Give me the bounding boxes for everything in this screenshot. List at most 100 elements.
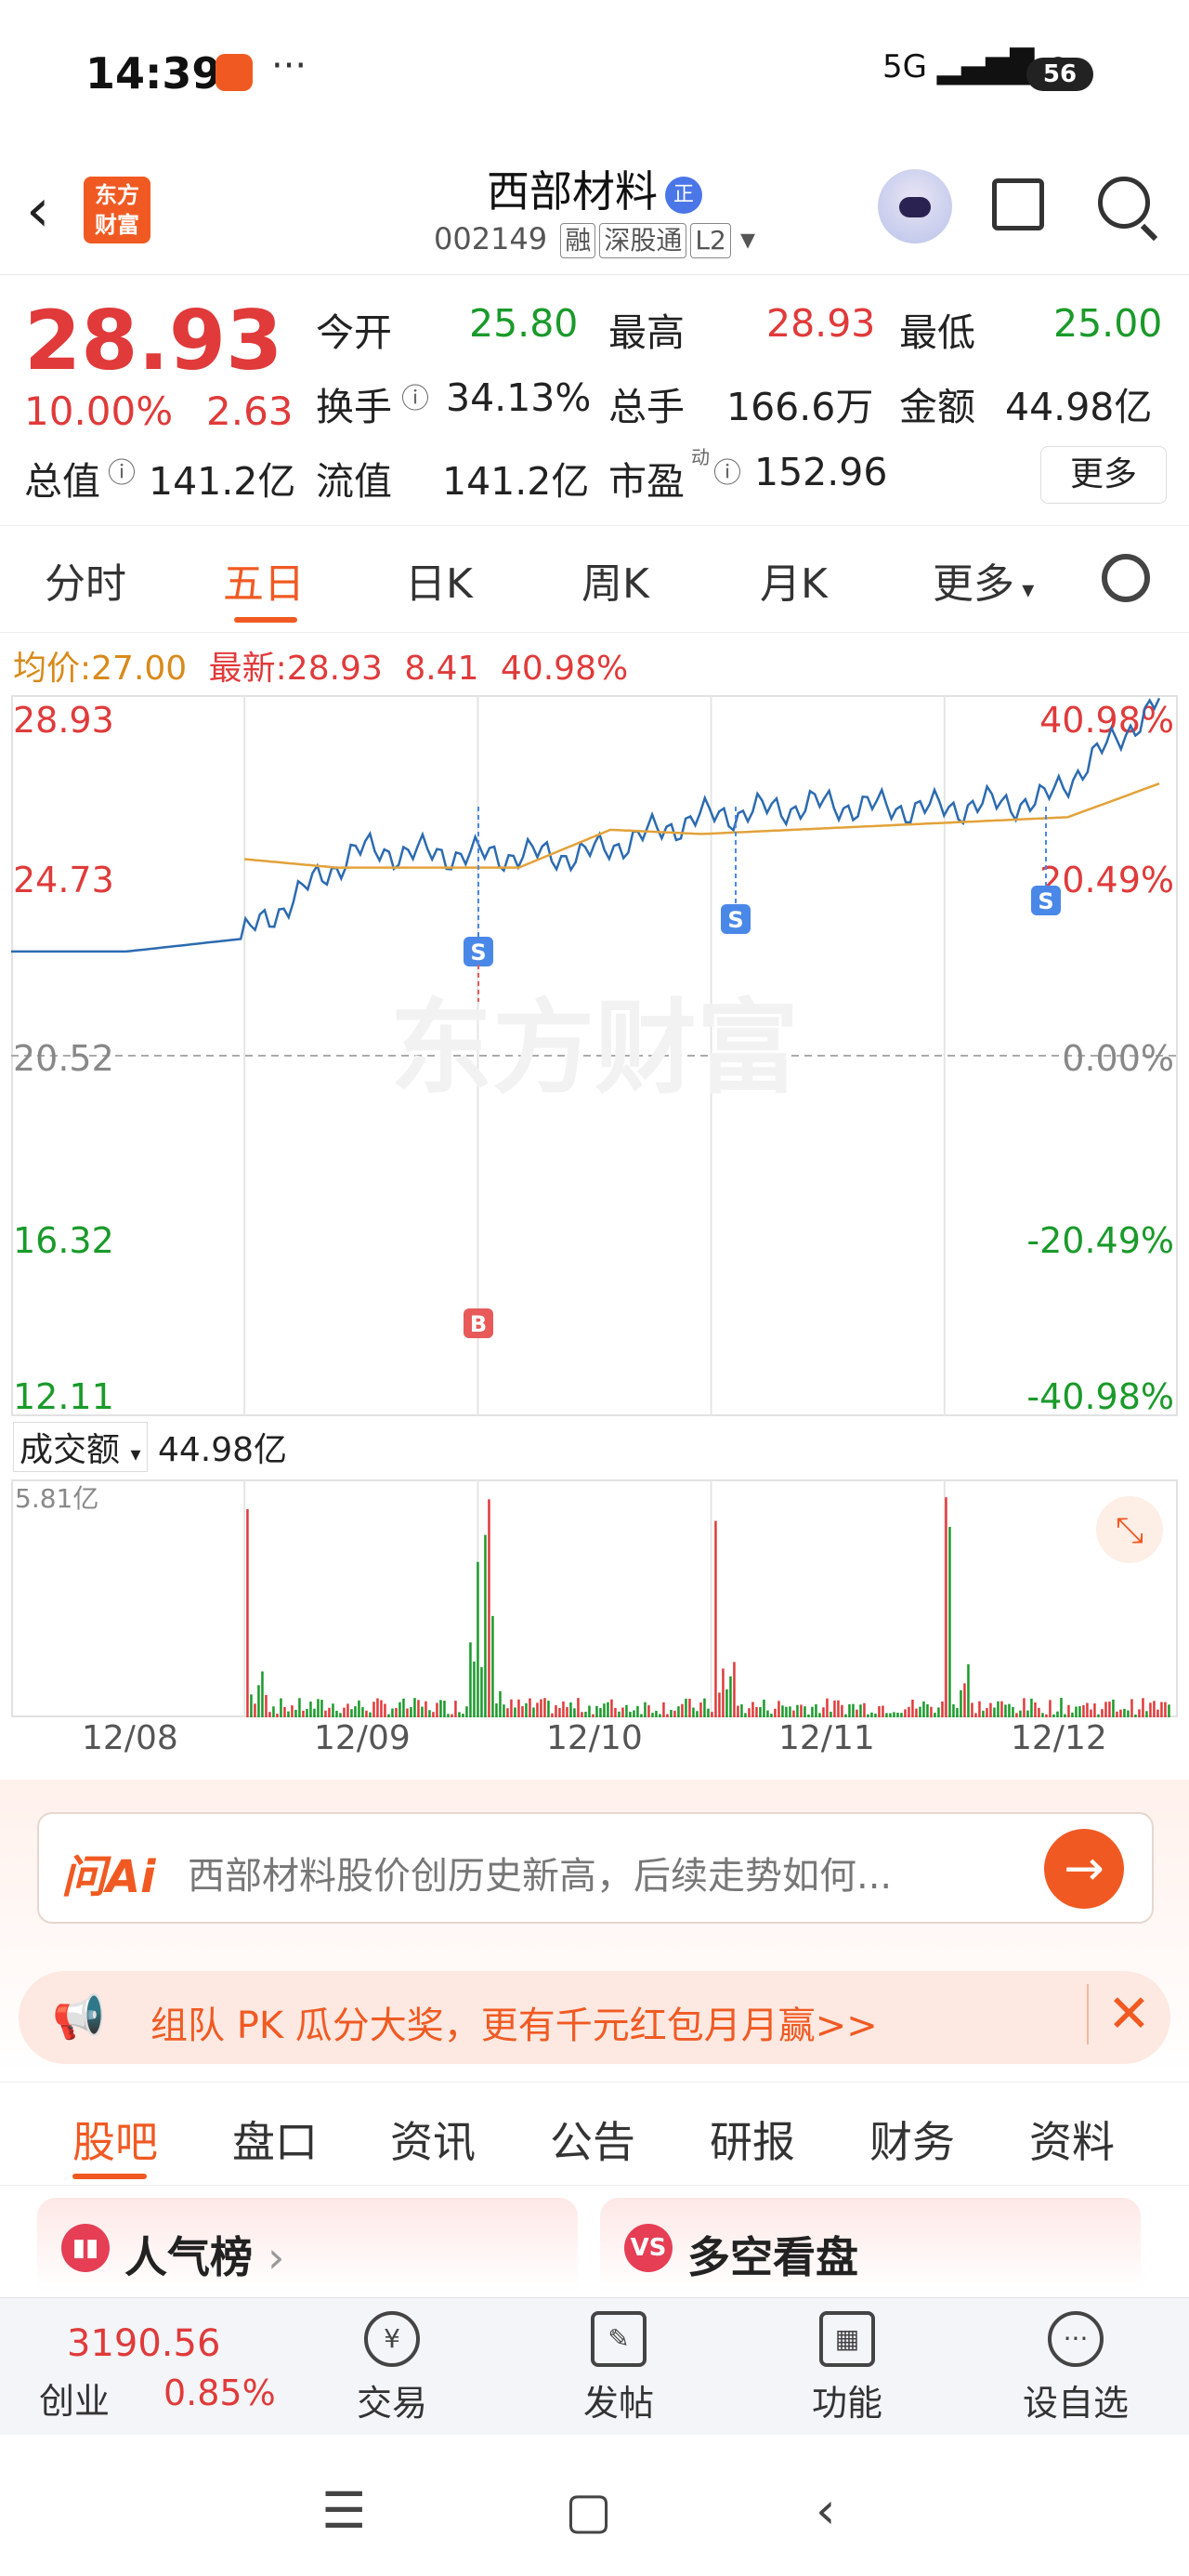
chart-bar-icon: ▮▮ xyxy=(61,2224,110,2272)
tab-monthly-k[interactable]: 月K xyxy=(760,550,828,610)
gear-icon[interactable] xyxy=(1102,554,1150,602)
volume-chart[interactable]: 5.81亿 xyxy=(11,1479,1178,1717)
tab-daily-k[interactable]: 日K xyxy=(405,550,473,610)
add-watchlist-button[interactable]: ··· 设自选 xyxy=(1011,2311,1141,2425)
volume-bar xyxy=(633,1710,635,1717)
ai-assistant-icon[interactable] xyxy=(878,169,952,243)
volume-bar xyxy=(584,1711,587,1717)
volume-bar xyxy=(246,1508,249,1717)
trade-button[interactable]: ¥ 交易 xyxy=(327,2311,457,2425)
change-percent: 10.00% xyxy=(24,388,174,434)
tab-announcements[interactable]: 公告 xyxy=(550,2109,635,2170)
volume-bar xyxy=(280,1698,282,1717)
volume-bar xyxy=(425,1701,427,1717)
volume-bar xyxy=(309,1702,312,1717)
info-icon[interactable]: ⓘ xyxy=(401,375,429,416)
grid-icon: ▦ xyxy=(819,2311,875,2367)
volume-bar xyxy=(306,1709,308,1717)
volume-bar xyxy=(1067,1704,1070,1717)
volume-bar xyxy=(272,1706,275,1717)
volume-bar xyxy=(1145,1711,1148,1717)
volume-bar xyxy=(1049,1700,1052,1717)
volume-bar xyxy=(391,1708,394,1717)
volume-bar xyxy=(1101,1709,1104,1717)
volume-bar xyxy=(963,1683,966,1717)
yen-icon: ¥ xyxy=(364,2311,420,2367)
volume-bar xyxy=(900,1713,903,1717)
index-percent[interactable]: 0.85% xyxy=(163,2372,276,2413)
volume-bar xyxy=(1052,1714,1055,1717)
tab-weekly-k[interactable]: 周K xyxy=(581,550,649,610)
expand-icon[interactable]: ⤡ xyxy=(1096,1496,1163,1563)
share-icon[interactable] xyxy=(992,178,1044,230)
volume-bar xyxy=(1082,1704,1085,1717)
volume-bar xyxy=(852,1703,855,1717)
notification-icon xyxy=(216,54,253,91)
ai-question-box[interactable]: 问Ai 西部材料股价创历史新高，后续走势如何... → xyxy=(37,1812,1154,1924)
back-nav-icon[interactable]: ‹ xyxy=(816,2481,836,2540)
tab-news[interactable]: 资讯 xyxy=(390,2109,476,2170)
volume-bar xyxy=(874,1713,877,1717)
volume-bar xyxy=(1156,1709,1159,1717)
promo-text[interactable]: 组队 PK 瓜分大奖，更有千元红包月月赢>> xyxy=(150,1995,878,2049)
content-tabs: 股吧 盘口 资讯 公告 研报 财务 资料 xyxy=(0,2082,1189,2186)
home-icon[interactable]: ▢ xyxy=(565,2481,612,2540)
tab-orderbook[interactable]: 盘口 xyxy=(232,2109,318,2170)
tab-profile[interactable]: 资料 xyxy=(1029,2109,1115,2170)
volume-bar xyxy=(1116,1711,1118,1717)
volume-bar xyxy=(283,1707,286,1717)
volume-bar xyxy=(250,1694,253,1717)
volume-bar xyxy=(473,1661,476,1717)
mcap-value: 141.2亿 xyxy=(149,459,296,504)
info-icon[interactable]: ⓘ xyxy=(713,450,741,491)
tag-margin: 融 xyxy=(560,223,596,258)
volume-bar xyxy=(915,1708,918,1717)
high-label: 最高 xyxy=(608,310,685,355)
volume-bar xyxy=(384,1703,386,1717)
tab-research[interactable]: 研报 xyxy=(710,2109,795,2170)
tab-five-day[interactable]: 五日 xyxy=(223,550,305,610)
volume-bar xyxy=(1056,1711,1059,1717)
volume-bar xyxy=(751,1702,754,1717)
volume-bar xyxy=(462,1714,464,1717)
volume-bar xyxy=(555,1705,557,1717)
search-icon[interactable] xyxy=(1098,177,1150,229)
functions-button[interactable]: ▦ 功能 xyxy=(782,2311,912,2425)
bull-bear-card[interactable]: VS 多空看盘 xyxy=(600,2198,1141,2291)
volume-bar xyxy=(1090,1709,1092,1717)
volume-bar xyxy=(707,1708,710,1717)
tab-more[interactable]: 更多 ▾ xyxy=(933,550,1034,610)
popularity-card[interactable]: ▮▮ 人气榜 › xyxy=(37,2198,578,2291)
volume-bar xyxy=(465,1706,468,1717)
avg-label: 均价: xyxy=(13,650,92,688)
volume-bar xyxy=(952,1703,955,1717)
volume-bar xyxy=(989,1702,992,1717)
tab-finance[interactable]: 财务 xyxy=(869,2109,955,2170)
more-button[interactable]: 更多 xyxy=(1040,446,1167,504)
y-tick-left: 16.32 xyxy=(13,1220,114,1261)
close-icon[interactable]: ✕ xyxy=(1087,1984,1151,2044)
promo-banner[interactable]: 📢 组队 PK 瓜分大奖，更有千元红包月月赢>> ✕ xyxy=(19,1971,1170,2064)
float-value: 141.2亿 xyxy=(442,459,590,504)
index-value[interactable]: 3190.56 xyxy=(67,2322,220,2365)
volume-bar xyxy=(599,1707,602,1717)
volume-bar xyxy=(577,1698,580,1717)
index-name[interactable]: 创业 xyxy=(39,2372,110,2424)
tab-guba[interactable]: 股吧 xyxy=(72,2109,158,2170)
ai-prompt[interactable]: 西部材料股价创历史新高，后续走势如何... xyxy=(188,1846,892,1899)
volume-selector[interactable]: 成交额 ▾ xyxy=(13,1422,148,1472)
volume-bar xyxy=(647,1705,650,1717)
post-button[interactable]: ✎ 发帖 xyxy=(554,2311,684,2425)
volume-bar xyxy=(711,1712,713,1717)
volume-bar xyxy=(740,1704,743,1717)
high-value: 28.93 xyxy=(766,301,876,346)
tag-level2: L2 xyxy=(690,223,731,258)
menu-icon[interactable]: ☰ xyxy=(321,2481,366,2540)
volume-bar xyxy=(956,1707,959,1717)
arrow-right-icon[interactable]: → xyxy=(1044,1829,1124,1909)
volume-bar xyxy=(458,1712,461,1717)
tab-intraday[interactable]: 分时 xyxy=(45,550,126,610)
price-chart[interactable]: 东方财富28.9324.7320.5216.3212.1140.98%20.49… xyxy=(11,695,1178,1416)
dropdown-icon[interactable]: ▾ xyxy=(740,221,755,256)
info-icon[interactable]: ⓘ xyxy=(108,450,136,491)
